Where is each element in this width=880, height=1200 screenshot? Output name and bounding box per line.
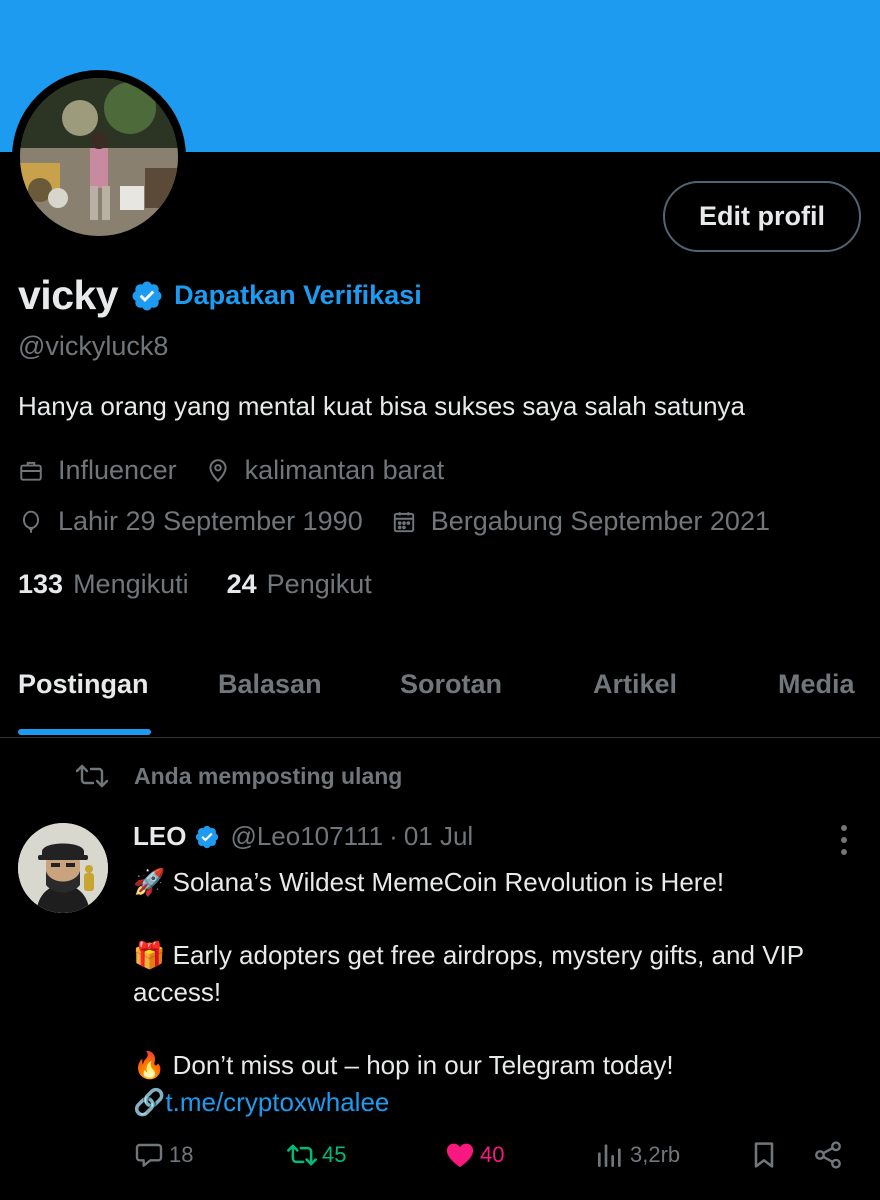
bookmark-button[interactable] [748,1139,784,1171]
share-button[interactable] [812,1139,848,1171]
profile-handle: @vickyluck8 [18,331,169,361]
repost-context: Anda memposting ulang [74,761,402,791]
avatar-photo [20,78,178,236]
share-icon [815,1141,841,1169]
active-tab-indicator [18,729,151,735]
followers-label: Pengikut [266,569,372,599]
balloon-icon [22,510,40,533]
profile-avatar-frame [12,70,186,244]
like-count: 40 [480,1142,505,1167]
profile-category: Influencer [18,455,177,486]
post-body: 🚀 Solana’s Wildest MemeCoin Revolution i… [133,864,863,1121]
profile-name: vicky [18,272,119,318]
views-icon [598,1144,621,1167]
edit-profile-button[interactable]: Edit profil [663,181,861,252]
profile-tabs: Postingan Balasan Sorotan Artikel Media [0,640,880,738]
like-icon [446,1143,474,1167]
reply-button[interactable]: 18 [133,1139,193,1171]
briefcase-icon [20,461,42,481]
post-text-line: 🎁 Early adopters get free airdrops, myst… [133,940,804,1007]
calendar-icon [393,511,414,532]
tab-postingan[interactable]: Postingan [18,669,149,700]
profile-bio: Hanya orang yang mental kuat bisa sukses… [18,391,745,421]
avatar[interactable] [20,78,178,236]
get-verified-link[interactable]: Dapatkan Verifikasi [174,280,422,311]
followers-count: 24 [226,569,257,599]
tab-artikel[interactable]: Artikel [593,669,677,700]
followers-link[interactable]: 24 Pengikut [227,569,410,600]
post-header: LEO @Leo107111 · 01 Jul [133,821,473,852]
post-author-avatar[interactable] [18,823,108,913]
post-date[interactable]: 01 Jul [404,821,473,852]
reply-count: 18 [169,1142,194,1167]
post-separator: · [389,821,398,851]
post-text-line: 🚀 Solana’s Wildest MemeCoin Revolution i… [133,867,725,897]
profile-birthdate: Lahir 29 September 1990 [18,506,363,537]
repost-button[interactable]: 45 [286,1139,346,1171]
profile-meta-row-2: Lahir 29 September 1990 Bergabung Septem… [18,506,798,537]
views-count: 3,2rb [630,1142,681,1167]
link-emoji: 🔗 [133,1087,166,1117]
post-author-name[interactable]: LEO [133,821,186,852]
post-author-avatar-image [18,823,108,913]
more-icon[interactable] [830,822,858,858]
profile-location: kalimantan barat [205,455,444,486]
following-label: Mengikuti [73,569,189,599]
like-button[interactable]: 40 [444,1139,504,1171]
profile-meta-row-1: Influencer kalimantan barat [18,455,472,486]
repost-icon [75,764,109,788]
repost-context-label: Anda memposting ulang [134,762,403,789]
repost-count: 45 [322,1142,347,1167]
profile-name-row: vicky Dapatkan Verifikasi [18,272,422,319]
following-count: 133 [18,569,64,599]
tab-media[interactable]: Media [778,669,855,700]
verified-badge-icon [196,825,219,848]
verified-badge-icon [132,280,162,311]
post-author-handle[interactable]: @Leo107111 [230,821,383,852]
following-link[interactable]: 133 Mengikuti [18,569,227,600]
tab-balasan[interactable]: Balasan [218,669,322,700]
bookmark-icon [754,1142,774,1168]
post-link-line: 🔗t.me/cryptoxwhalee [133,1084,863,1121]
post-link[interactable]: t.me/cryptoxwhalee [165,1087,389,1117]
views-button[interactable]: 3,2rb [594,1139,680,1171]
reply-icon [135,1143,163,1167]
tab-sorotan[interactable]: Sorotan [400,669,502,700]
follow-stats: 133 Mengikuti 24 Pengikut [18,569,410,600]
post-text-line: 🔥 Don’t miss out – hop in our Telegram t… [133,1050,674,1080]
post-actions: 18 45 40 3,2rb [0,1139,880,1179]
profile-joined: Bergabung September 2021 [391,506,770,537]
location-pin-icon [209,458,227,482]
repost-icon [287,1144,317,1166]
